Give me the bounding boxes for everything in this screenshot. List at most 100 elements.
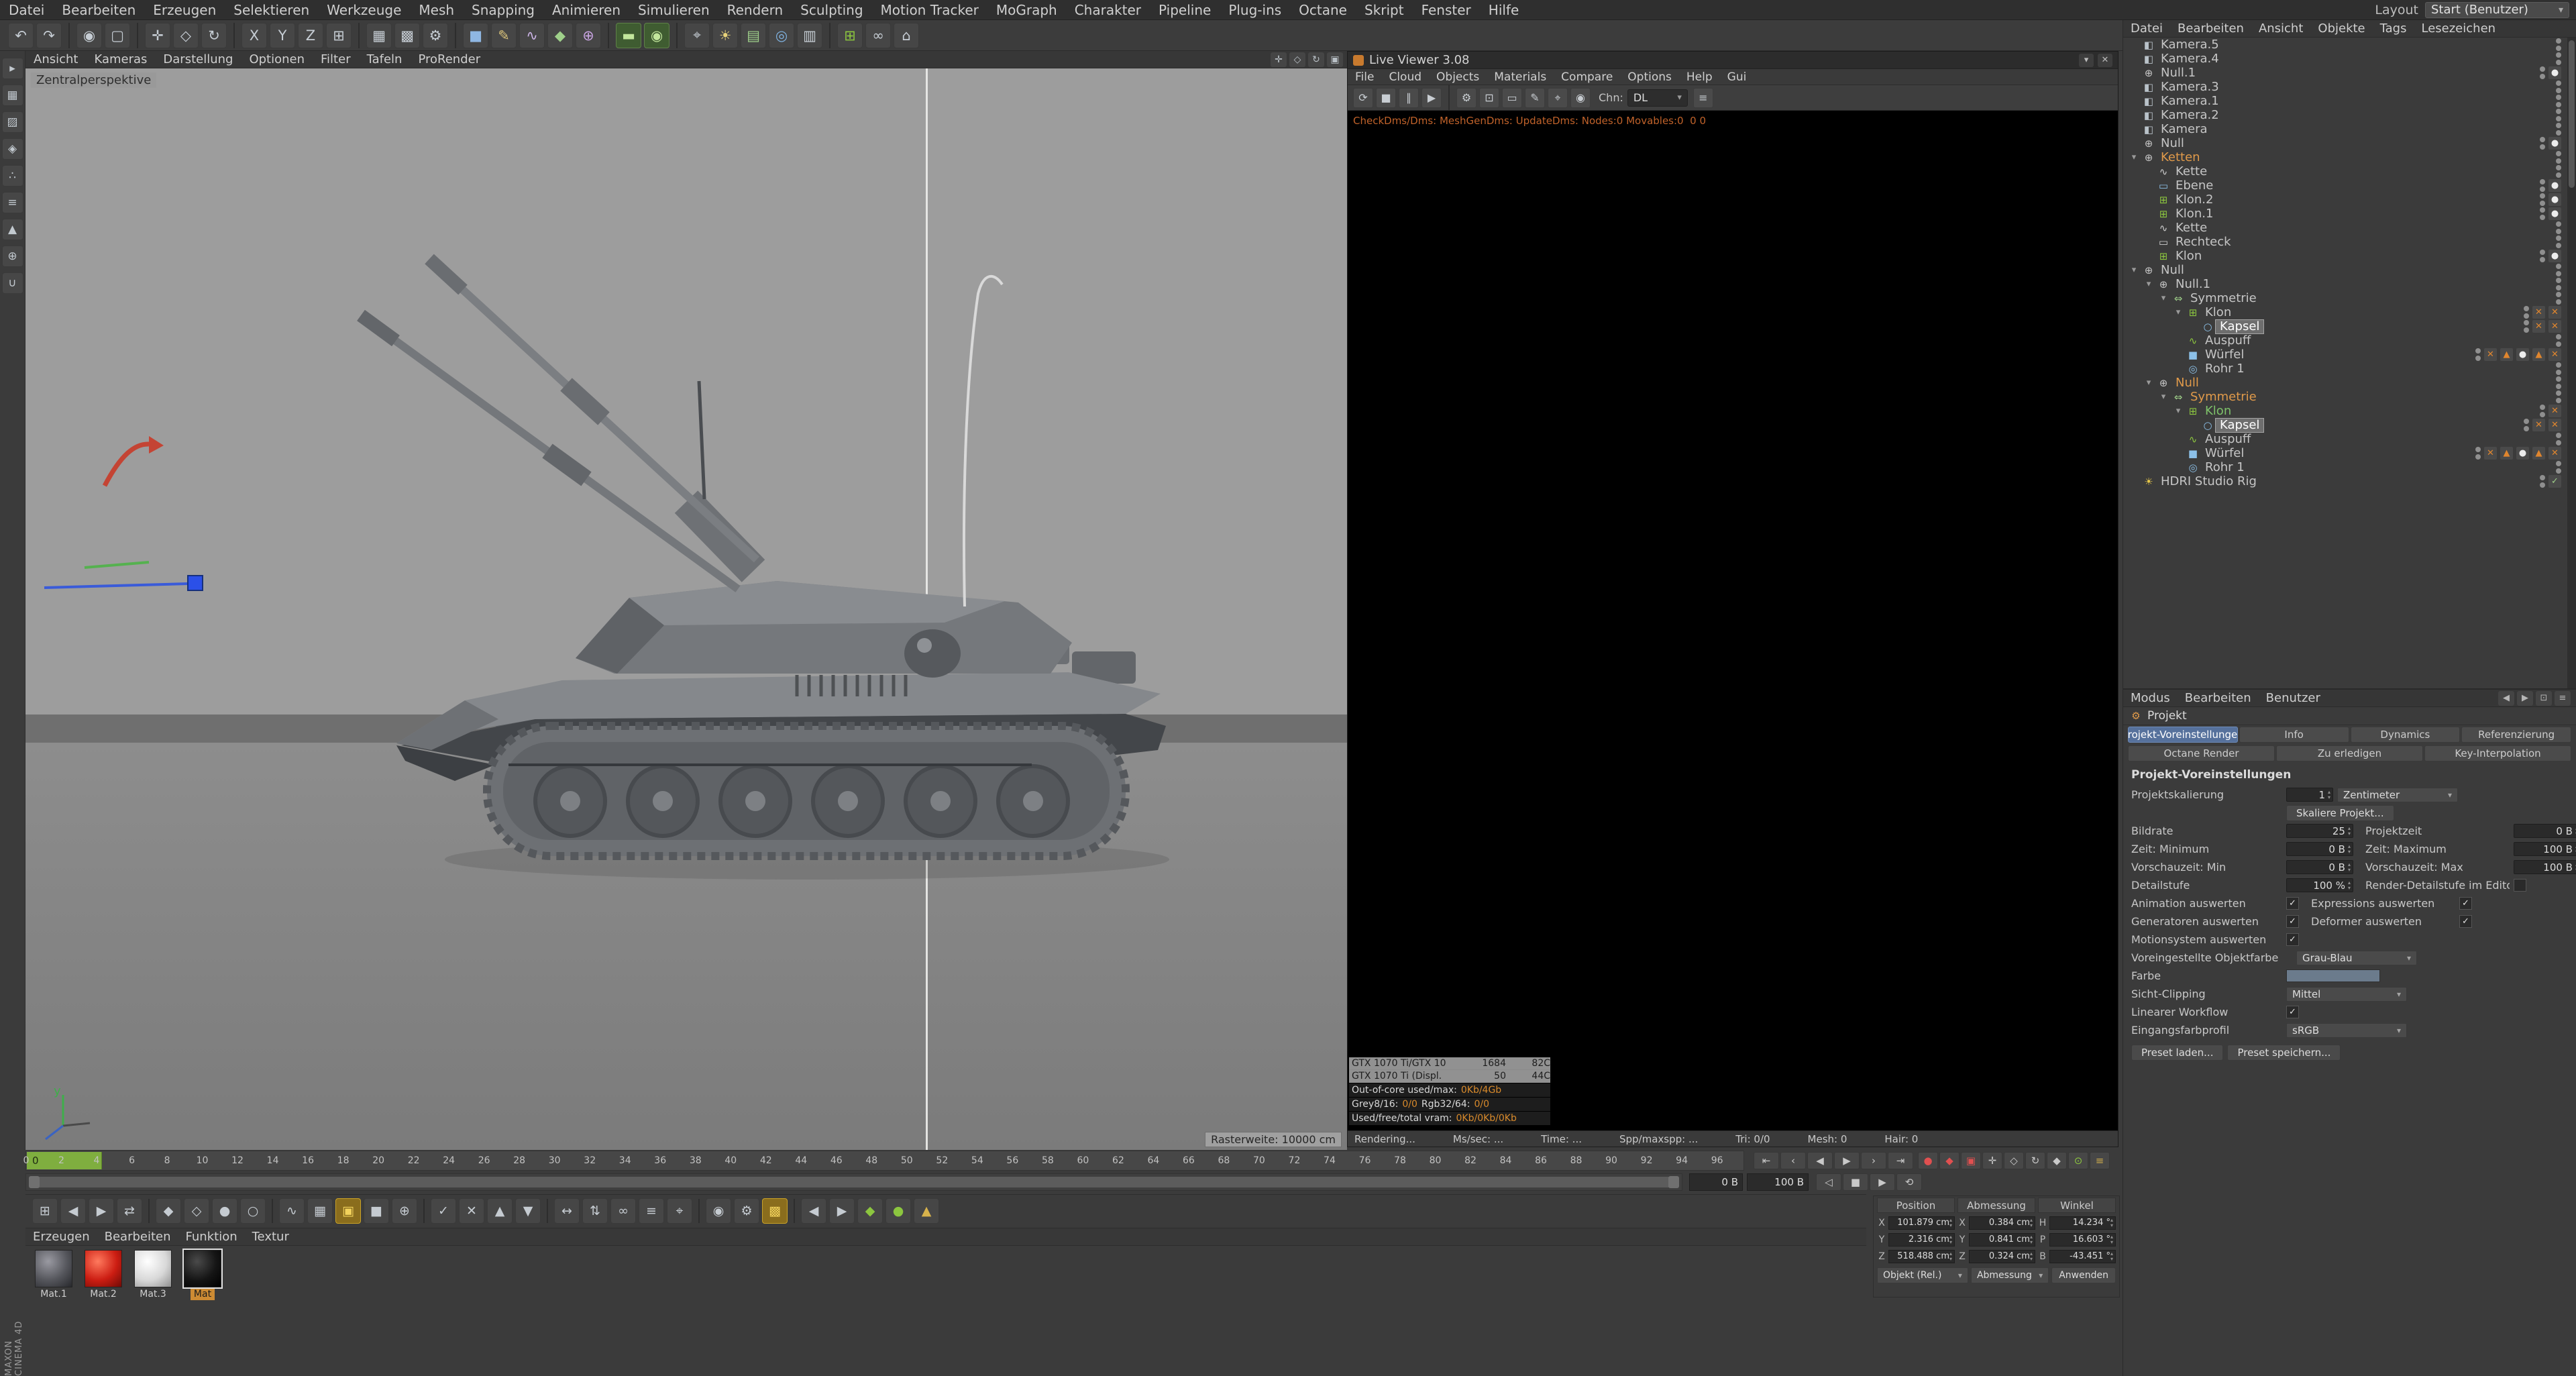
visibility-dots[interactable] <box>2540 250 2545 262</box>
object-row-klon-1[interactable]: ⊞Klon.1● <box>2123 207 2567 221</box>
vorschauzeit-min-field[interactable]: 0 B <box>2286 860 2353 874</box>
restart-render-icon[interactable]: ⟳ <box>1353 88 1373 108</box>
sky-object-icon[interactable]: ◉ <box>644 23 669 48</box>
region-render-icon[interactable]: ▭ <box>1502 88 1522 108</box>
tri-tag-icon[interactable]: ▲ <box>2500 348 2513 361</box>
position-z-field[interactable]: 518.488 cm <box>1888 1250 1955 1263</box>
tab-key-interpolation[interactable]: Key-Interpolation <box>2424 745 2571 761</box>
octane-menu-objects[interactable]: Objects <box>1429 69 1487 85</box>
menu-pipeline[interactable]: Pipeline <box>1150 0 1220 20</box>
prev-key-icon[interactable]: ‹ <box>1780 1152 1806 1169</box>
menu-simulieren[interactable]: Simulieren <box>629 0 718 20</box>
physical-sky-icon[interactable]: ◎ <box>769 23 794 48</box>
current-frame-marker[interactable]: 0 <box>27 1152 102 1169</box>
object-row-kamera-4[interactable]: ◧Kamera.4 <box>2123 52 2567 66</box>
ball-tag-icon[interactable]: ● <box>2548 193 2561 206</box>
cross-tag-icon[interactable]: ✕ <box>2532 419 2545 431</box>
visibility-dots[interactable] <box>2556 38 2561 51</box>
visibility-dots[interactable] <box>2524 306 2529 319</box>
play-icon[interactable]: ▶ <box>1870 1173 1895 1191</box>
abmessung-x-field[interactable]: 0.384 cm <box>1969 1216 2035 1230</box>
points-mode-icon[interactable]: ∴ <box>2 165 23 187</box>
menu-lines-icon[interactable]: ≡ <box>639 1198 664 1224</box>
scene-icon[interactable]: ⌂ <box>894 23 919 48</box>
dot-outline-icon[interactable]: ○ <box>240 1198 266 1224</box>
visibility-dots[interactable] <box>2556 362 2561 375</box>
octane-menu-options[interactable]: Options <box>1620 69 1679 85</box>
motion-mode-icon[interactable]: ▣ <box>335 1198 361 1224</box>
visibility-dots[interactable] <box>2556 235 2561 248</box>
spline-pen-icon[interactable]: ✎ <box>491 23 517 48</box>
cross-tag-icon[interactable]: ✕ <box>2532 306 2545 319</box>
visibility-dots[interactable] <box>2540 475 2545 488</box>
next-frame-icon[interactable]: ▶ <box>1834 1152 1860 1169</box>
stage-object-icon[interactable]: ▥ <box>797 23 822 48</box>
next-frame-icon[interactable]: ▶ <box>89 1198 114 1224</box>
keyframe-selection-icon[interactable]: ⊙ <box>2068 1152 2088 1169</box>
texture-mode-icon[interactable]: ▨ <box>2 111 23 133</box>
material-menu-funktion[interactable]: Funktion <box>178 1228 245 1246</box>
tab-zu-erledigen[interactable]: Zu erledigen <box>2276 745 2423 761</box>
motionsystem-auswerten-checkbox[interactable]: ✓ <box>2286 933 2299 946</box>
material-mat-1[interactable]: Mat.1 <box>32 1250 75 1300</box>
visibility-dots[interactable] <box>2556 123 2561 136</box>
polygons-mode-icon[interactable]: ▲ <box>2 219 23 240</box>
ball-tag-icon[interactable]: ● <box>2548 179 2561 192</box>
render-view-icon[interactable]: ▦ <box>366 23 392 48</box>
object-row-klon[interactable]: ⊞Klon● <box>2123 249 2567 263</box>
menu-octane[interactable]: Octane <box>1290 0 1356 20</box>
record-dot-icon[interactable]: ● <box>212 1198 237 1224</box>
viewport-menu-optionen[interactable]: Optionen <box>241 51 313 68</box>
visibility-dots[interactable] <box>2524 419 2529 431</box>
cross-tag-icon[interactable]: ✕ <box>2548 419 2561 431</box>
object-row-rohr-1[interactable]: ◎Rohr 1 <box>2123 460 2567 474</box>
workplane-mode-icon[interactable]: ◈ <box>2 138 23 160</box>
projektzeit-field[interactable]: 0 B <box>2514 824 2576 838</box>
render-picture-viewer-icon[interactable]: ▩ <box>394 23 420 48</box>
fcurve-icon[interactable]: ∿ <box>279 1198 305 1224</box>
edges-mode-icon[interactable]: ≡ <box>2 192 23 213</box>
visibility-dots[interactable] <box>2540 193 2545 206</box>
octane-titlebar[interactable]: Live Viewer 3.08 ▾✕ <box>1348 52 2118 69</box>
tri-tag-icon[interactable]: ▲ <box>2532 348 2545 361</box>
octane-menu-help[interactable]: Help <box>1679 69 1720 85</box>
tri-tag-icon[interactable]: ▲ <box>2532 447 2545 460</box>
menu-sculpting[interactable]: Sculpting <box>792 0 871 20</box>
simulate-icon[interactable]: ∞ <box>865 23 891 48</box>
object-row-symmetrie[interactable]: ▾⇔Symmetrie <box>2123 390 2567 404</box>
prev-frame-icon[interactable]: ◀ <box>1807 1152 1833 1169</box>
eingangsfarbprofil-select[interactable]: sRGB▾ <box>2286 1023 2407 1038</box>
tank-3d-model[interactable]: y <box>25 51 1347 1150</box>
material-menu-textur[interactable]: Textur <box>245 1228 297 1246</box>
cross-tag-icon[interactable]: ✕ <box>2548 306 2561 319</box>
object-manager-menu-lesezeichen[interactable]: Lesezeichen <box>2414 20 2504 38</box>
object-row-kamera[interactable]: ◧Kamera <box>2123 122 2567 136</box>
menu-fenster[interactable]: Fenster <box>1413 0 1480 20</box>
object-row-symmetrie[interactable]: ▾⇔Symmetrie <box>2123 291 2567 305</box>
tab-octane-render[interactable]: Octane Render <box>2128 745 2275 761</box>
generatoren-auswerten-checkbox[interactable]: ✓ <box>2286 915 2299 928</box>
menu-animieren[interactable]: Animieren <box>543 0 629 20</box>
object-row-null-1[interactable]: ⊕Null.1● <box>2123 66 2567 80</box>
object-row-null[interactable]: ▾⊕Null <box>2123 263 2567 277</box>
next-key-icon[interactable]: › <box>1861 1152 1886 1169</box>
visibility-dots[interactable] <box>2540 179 2545 192</box>
visibility-dots[interactable] <box>2475 348 2481 361</box>
menu-charakter[interactable]: Charakter <box>1066 0 1150 20</box>
spinner[interactable] <box>2030 1251 2033 1262</box>
object-row-null[interactable]: ▾⊕Null <box>2123 376 2567 390</box>
tab-dynamics[interactable]: Dynamics <box>2351 727 2461 743</box>
cross-tag-icon[interactable]: ✕ <box>2532 320 2545 333</box>
cross-icon[interactable]: ✕ <box>459 1198 484 1224</box>
timeline-ruler[interactable]: 0 02468101214161820222426283032343638404… <box>25 1151 1744 1171</box>
slider-bar[interactable] <box>29 1177 1679 1187</box>
record-parameter-icon[interactable]: ◆ <box>2047 1152 2067 1169</box>
tab-referenzierung[interactable]: Referenzierung <box>2461 727 2571 743</box>
rect-selection-icon[interactable]: ▢ <box>105 23 130 48</box>
history-back-icon[interactable]: ◀ <box>2498 691 2514 706</box>
menu-snapping[interactable]: Snapping <box>463 0 543 20</box>
menu-skript[interactable]: Skript <box>1356 0 1413 20</box>
objektfarbe-select[interactable]: Grau-Blau▾ <box>2296 951 2417 965</box>
frame-start-field[interactable]: 0 B <box>1689 1173 1743 1191</box>
scale-tool-icon[interactable]: ◇ <box>173 23 199 48</box>
